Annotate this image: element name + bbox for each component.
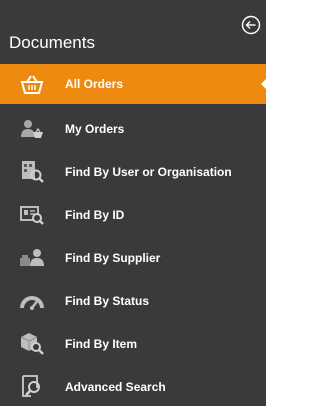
menu-item-find-by-user-or-organisation[interactable]: Find By User or Organisation <box>0 150 266 193</box>
menu-item-label: All Orders <box>65 77 124 91</box>
box-search-icon <box>17 331 47 357</box>
document-search-icon <box>17 374 47 400</box>
user-basket-icon <box>17 116 47 142</box>
menu-item-advanced-search[interactable]: Advanced Search <box>0 365 266 408</box>
menu-item-find-by-status[interactable]: Find By Status <box>0 279 266 322</box>
panel-title: Documents <box>9 33 95 52</box>
menu-item-find-by-id[interactable]: Find By ID <box>0 193 266 236</box>
basket-icon <box>17 71 47 97</box>
menu-item-label: Find By Item <box>65 336 138 351</box>
menu-item-label: My Orders <box>65 121 125 136</box>
menu-item-label: Find By Supplier <box>65 250 161 265</box>
menu-item-find-by-item[interactable]: Find By Item <box>0 322 266 365</box>
menu-item-label: Find By Status <box>65 293 150 308</box>
menu-item-label: Advanced Search <box>65 379 166 394</box>
menu-item-my-orders[interactable]: My Orders <box>0 107 266 150</box>
documents-panel: Documents All Orders My Orders Find By U… <box>0 0 267 408</box>
panel-header: Documents <box>0 0 266 64</box>
menu-item-label: Find By ID <box>65 207 125 222</box>
back-button[interactable] <box>241 15 261 35</box>
menu-item-all-orders[interactable]: All Orders <box>0 64 267 104</box>
user-search-icon <box>17 159 47 185</box>
supplier-icon <box>17 245 47 271</box>
menu-item-find-by-supplier[interactable]: Find By Supplier <box>0 236 266 279</box>
id-card-search-icon <box>17 202 47 228</box>
menu-item-label: Find By User or Organisation <box>65 164 232 179</box>
circle-arrow-left-icon <box>241 15 261 35</box>
documents-menu: All Orders My Orders Find By User or Org… <box>0 64 267 408</box>
gauge-icon <box>17 288 47 314</box>
